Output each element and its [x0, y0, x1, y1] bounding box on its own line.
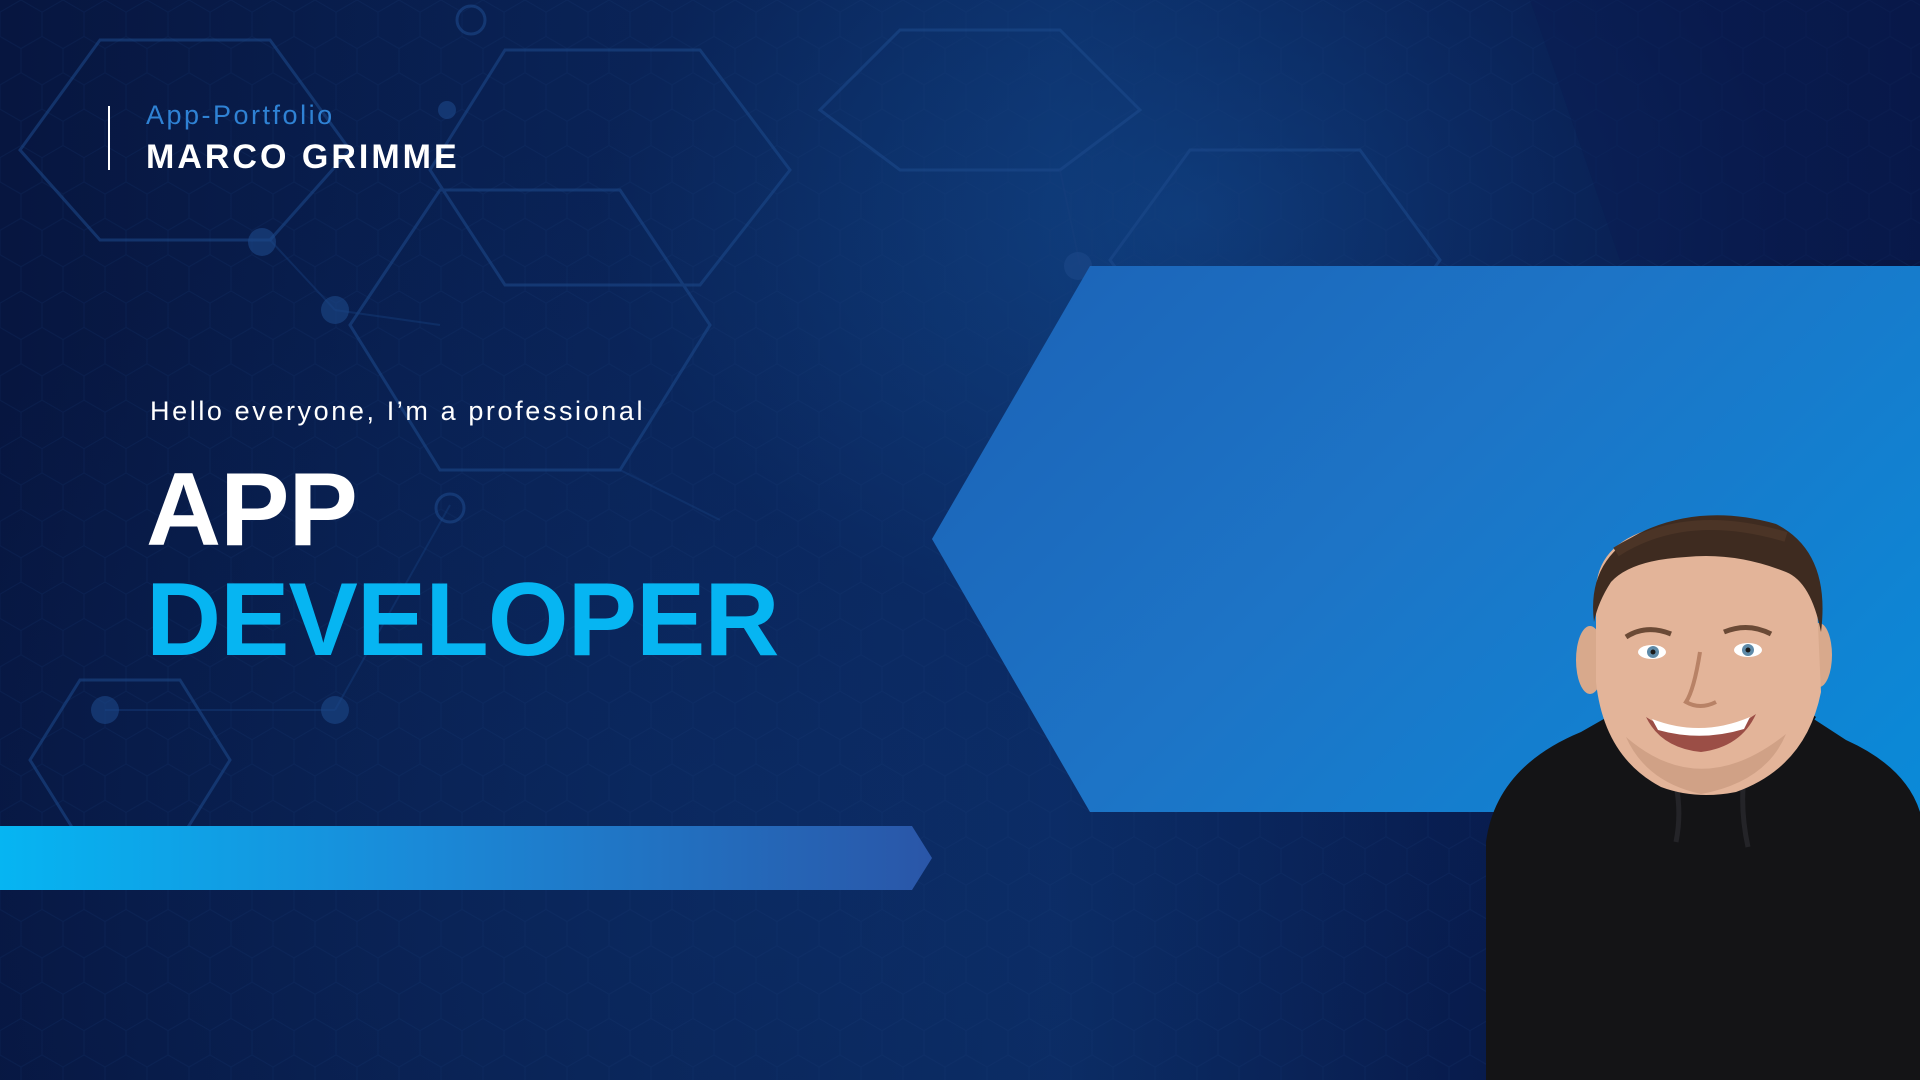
- portfolio-title-slide: App-Portfolio MARCO GRIMME Hello everyon…: [0, 0, 1920, 1080]
- author-name: MARCO GRIMME: [146, 138, 460, 176]
- header-divider-line: [108, 106, 110, 170]
- intro-text: Hello everyone, I’m a professional: [150, 396, 646, 426]
- accent-arrow-bar: [0, 826, 932, 890]
- portrait-photo: [1486, 515, 1920, 1080]
- portfolio-subtitle: App-Portfolio: [146, 100, 335, 130]
- header-block: App-Portfolio MARCO GRIMME: [108, 100, 528, 176]
- hero-title-line-1: APP: [146, 452, 358, 568]
- hero-title-line-2: DEVELOPER: [146, 562, 779, 678]
